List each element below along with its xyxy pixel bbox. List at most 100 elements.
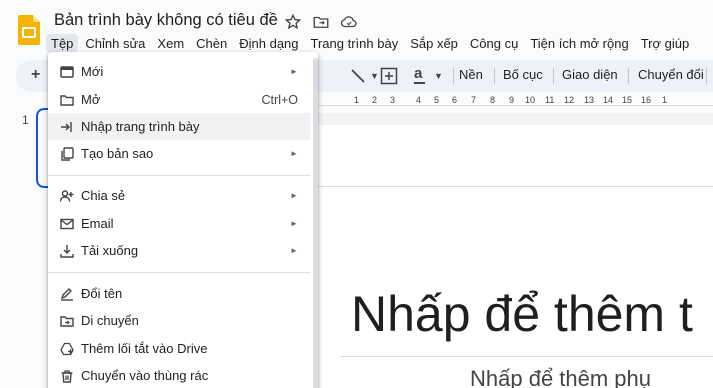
submenu-arrow-icon: ► <box>290 149 298 158</box>
menu-item-label: Tải xuống <box>81 243 139 258</box>
slide-number: 1 <box>22 113 29 127</box>
toolbar-divider <box>494 68 495 84</box>
ruler-tick-label: 1 <box>662 95 668 105</box>
menu-item-email[interactable]: Email ► <box>48 210 310 237</box>
slides-app: Bản trình bày không có tiêu đề Tệp Chỉnh… <box>0 0 713 388</box>
ruler-tick-label: 12 <box>564 95 575 105</box>
theme-button[interactable]: Giao diện <box>562 67 618 82</box>
menu-edit[interactable]: Chỉnh sửa <box>80 34 150 53</box>
import-icon <box>61 121 72 132</box>
menu-tools[interactable]: Công cụ <box>465 34 523 53</box>
rename-icon <box>60 287 73 301</box>
slides-logo-icon[interactable] <box>18 15 40 45</box>
submenu-arrow-icon: ► <box>290 191 298 200</box>
ruler-tick-label: 8 <box>490 95 496 105</box>
ruler-tick-label: 9 <box>509 95 515 105</box>
folder-icon <box>60 94 74 106</box>
menu-scrollbar[interactable] <box>313 58 318 388</box>
file-menu-dropdown: Mới ► Mở Ctrl+O Nhập trang trình bày Tạo… <box>48 52 318 388</box>
toolbar-divider <box>706 68 707 84</box>
menu-item-rename[interactable]: Đổi tên <box>48 280 310 307</box>
menu-item-label: Email <box>81 216 114 231</box>
share-person-icon <box>60 189 74 202</box>
ruler-tick-label: 11 <box>545 95 555 105</box>
submenu-arrow-icon: ► <box>290 67 298 76</box>
menu-item-share[interactable]: Chia sẻ ► <box>48 182 310 209</box>
menu-item-label: Thêm lối tắt vào Drive <box>81 341 208 356</box>
menu-item-label: Chuyển vào thùng rác <box>81 368 209 383</box>
submenu-arrow-icon: ► <box>290 246 298 255</box>
slide-subtitle-placeholder[interactable]: Nhấp để thêm phụ <box>470 366 651 388</box>
drive-shortcut-icon <box>60 342 74 355</box>
document-title[interactable]: Bản trình bày không có tiêu đề <box>54 11 278 30</box>
menu-item-add-shortcut[interactable]: Thêm lối tắt vào Drive <box>48 335 310 362</box>
slides-new-icon <box>60 65 74 78</box>
background-button[interactable]: Nền <box>459 67 483 82</box>
font-color-button[interactable]: a <box>414 65 422 82</box>
menu-slide[interactable]: Trang trình bày <box>306 34 404 53</box>
ruler-tick-label: 7 <box>471 95 477 105</box>
menu-view[interactable]: Xem <box>152 34 189 53</box>
transition-button[interactable]: Chuyển đổi <box>638 67 704 82</box>
ruler-tick-label: 13 <box>584 95 595 105</box>
email-icon <box>60 218 74 229</box>
toolbar-divider <box>553 68 554 84</box>
ruler-tick-label: 4 <box>416 95 422 105</box>
slide-title-placeholder[interactable]: Nhấp để thêm t <box>351 285 693 343</box>
menu-item-label: Chia sẻ <box>81 188 126 203</box>
new-slide-button[interactable]: + <box>31 66 40 84</box>
ruler-tick-label: 1 <box>354 95 360 105</box>
menu-item-label: Di chuyển <box>81 313 139 328</box>
menu-item-label: Nhập trang trình bày <box>81 119 200 134</box>
download-icon <box>60 244 74 258</box>
ruler-tick-label: 3 <box>390 95 396 105</box>
submenu-arrow-icon: ► <box>290 219 298 228</box>
menu-item-trash[interactable]: Chuyển vào thùng rác <box>48 362 310 388</box>
menu-file[interactable]: Tệp <box>46 33 79 53</box>
menu-arrange[interactable]: Sắp xếp <box>405 34 463 53</box>
ruler-baseline <box>318 105 713 106</box>
font-color-bar <box>414 82 425 84</box>
menu-item-label: Mới <box>81 64 104 79</box>
menu-extensions[interactable]: Tiện ích mở rộng <box>525 34 633 53</box>
line-dropdown-icon[interactable]: ▼ <box>370 71 379 81</box>
menu-item-make-copy[interactable]: Tạo bản sao ► <box>48 140 310 167</box>
menu-item-new[interactable]: Mới ► <box>48 58 310 85</box>
canvas-margin <box>318 113 713 125</box>
title-actions <box>284 13 358 31</box>
ruler-tick-label: 16 <box>641 95 652 105</box>
shortcut-label: Ctrl+O <box>261 92 298 107</box>
menu-item-label: Mở <box>81 92 101 107</box>
ruler-tick-label: 2 <box>372 95 378 105</box>
toolbar-divider <box>453 68 454 84</box>
menu-item-download[interactable]: Tải xuống ► <box>48 237 310 264</box>
menubar: Tệp Chỉnh sửa Xem Chèn Định dạng Trang t… <box>46 32 696 54</box>
ruler-tick-label: 14 <box>603 95 614 105</box>
slide-top-edge <box>318 186 713 187</box>
trash-icon <box>61 369 73 383</box>
subtitle-box-border <box>340 356 713 357</box>
menu-divider <box>48 175 310 176</box>
menu-item-label: Đổi tên <box>81 286 123 301</box>
star-icon[interactable] <box>284 13 302 31</box>
menu-divider <box>48 272 310 273</box>
move-folder-icon[interactable] <box>312 13 330 31</box>
slide-canvas[interactable] <box>318 113 713 388</box>
menu-help[interactable]: Trợ giúp <box>636 34 695 53</box>
horizontal-ruler[interactable]: 1 2 3 4 5 6 7 8 9 10 11 12 13 14 15 16 1 <box>318 93 713 111</box>
menu-format[interactable]: Định dạng <box>234 34 303 53</box>
move-folder-icon <box>60 315 74 327</box>
menu-insert[interactable]: Chèn <box>191 34 232 53</box>
font-color-dropdown-icon[interactable]: ▼ <box>434 71 443 81</box>
copy-icon <box>61 146 74 161</box>
toolbar-divider <box>628 68 629 84</box>
menu-item-open[interactable]: Mở Ctrl+O <box>48 86 310 113</box>
layout-button[interactable]: Bố cục <box>503 67 543 82</box>
textbox-icon[interactable] <box>380 67 398 85</box>
menu-item-label: Tạo bản sao <box>81 146 154 161</box>
cloud-saved-icon[interactable] <box>340 13 358 31</box>
ruler-tick-label: 5 <box>434 95 440 105</box>
menu-item-move[interactable]: Di chuyển <box>48 307 310 334</box>
line-tool-icon[interactable] <box>350 68 366 84</box>
menu-item-import-slides[interactable]: Nhập trang trình bày <box>48 113 310 140</box>
